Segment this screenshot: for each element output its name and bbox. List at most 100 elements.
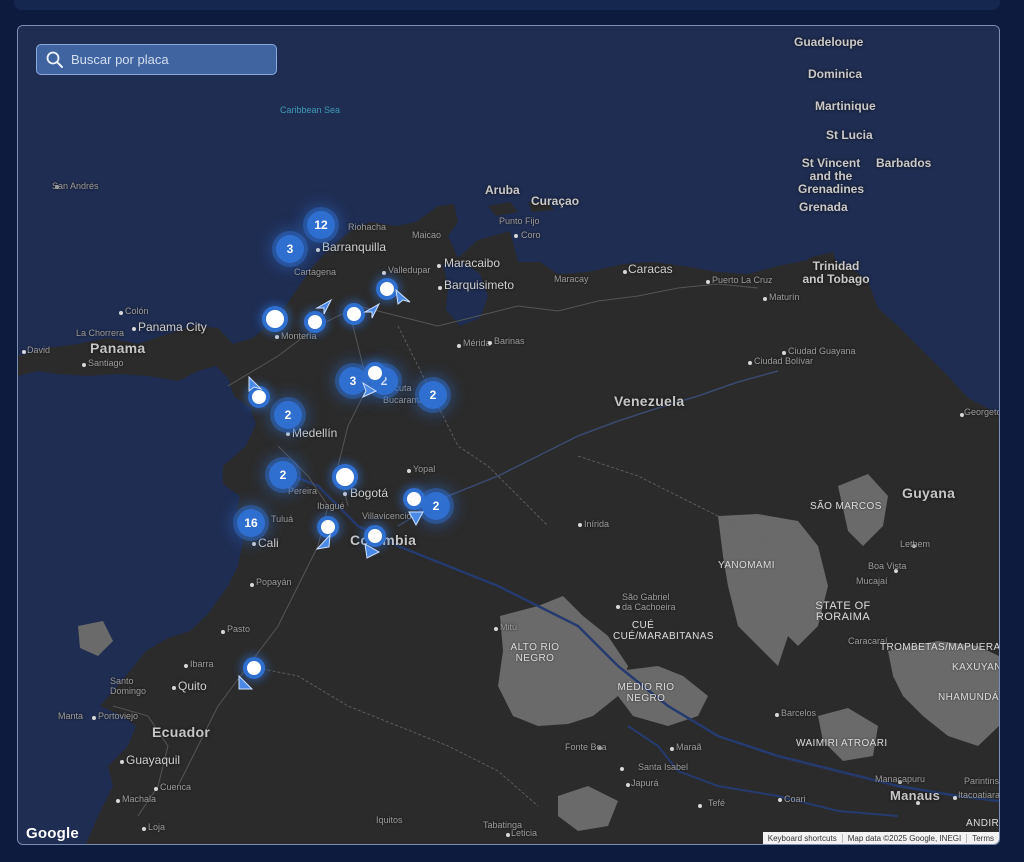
keyboard-shortcuts-link[interactable]: Keyboard shortcuts bbox=[763, 834, 842, 843]
city-label: Portoviejo bbox=[98, 711, 139, 721]
city-label: San Andrés bbox=[52, 181, 99, 191]
island-label: Curaçao bbox=[531, 194, 580, 208]
city-label: Manacapuru bbox=[875, 774, 926, 784]
map-base[interactable] bbox=[18, 26, 999, 844]
city-label: Barinas bbox=[494, 336, 525, 346]
city-label: Medellín bbox=[292, 426, 338, 440]
city-label: Valledupar bbox=[388, 265, 431, 275]
vehicle-heading-icon[interactable] bbox=[407, 509, 425, 527]
vehicle-heading-icon[interactable] bbox=[315, 533, 333, 551]
region-label: WAIMIRI ATROARI bbox=[796, 738, 888, 749]
city-label: Manta bbox=[58, 711, 84, 721]
vehicle-cluster[interactable]: 16 bbox=[237, 509, 265, 537]
vehicle-cluster[interactable]: 3 bbox=[276, 235, 304, 263]
city-label: Itacoatiara bbox=[958, 790, 1000, 800]
search-box[interactable] bbox=[36, 44, 277, 75]
country-label: Ecuador bbox=[152, 724, 211, 740]
island-label: Guadeloupe bbox=[794, 35, 864, 49]
city-label: David bbox=[27, 345, 51, 355]
vehicle-cluster[interactable]: 2 bbox=[419, 381, 447, 409]
vehicle-heading-icon[interactable] bbox=[363, 302, 381, 320]
vehicle-marker[interactable] bbox=[343, 303, 365, 325]
map-attribution: Keyboard shortcuts Map data ©2025 Google… bbox=[762, 832, 999, 844]
vehicle-cluster[interactable]: 2 bbox=[422, 492, 450, 520]
city-label: Yopal bbox=[413, 464, 436, 474]
search-input[interactable] bbox=[69, 51, 263, 68]
city-label: Popayán bbox=[256, 577, 292, 587]
search-icon bbox=[46, 51, 63, 68]
city-label: Puerto La Cruz bbox=[712, 275, 773, 285]
city-label: Iquitos bbox=[376, 815, 403, 825]
city-label: Barcelos bbox=[781, 708, 817, 718]
city-label: Ibarra bbox=[190, 659, 214, 669]
sea-label: Caribbean Sea bbox=[280, 105, 341, 115]
city-label: Cuenca bbox=[160, 782, 192, 792]
vehicle-heading-icon[interactable] bbox=[315, 298, 333, 316]
city-label: Cartagena bbox=[294, 267, 337, 277]
city-label: Guayaquil bbox=[126, 753, 181, 767]
region-label: ANDIRÁ bbox=[966, 818, 1000, 829]
city-label: São Gabriel da Cachoeira bbox=[622, 592, 676, 612]
region-label: STATE OF RORAIMA bbox=[815, 600, 871, 623]
city-label: Ibagué bbox=[317, 501, 345, 511]
vehicle-marker[interactable] bbox=[332, 464, 358, 490]
vehicle-cluster[interactable]: 2 bbox=[269, 461, 297, 489]
city-label: Boa Vista bbox=[868, 561, 907, 571]
city-label: Villavicencio bbox=[362, 511, 412, 521]
city-label: Santa Isabel bbox=[638, 762, 689, 772]
city-label: Inírida bbox=[584, 519, 610, 529]
region-label: NHAMUNDÁ/MAPUERA bbox=[938, 692, 999, 703]
region-label: ALTO RIO NEGRO bbox=[510, 642, 560, 664]
vehicle-heading-icon[interactable] bbox=[360, 381, 378, 399]
city-label: Ciudad Guayana bbox=[788, 346, 856, 356]
city-label: Maracay bbox=[554, 274, 589, 284]
city-label: La Chorrera bbox=[76, 328, 125, 338]
city-label: Pasto bbox=[227, 624, 251, 634]
city-label: Mitú bbox=[500, 622, 518, 632]
city-label: Riohacha bbox=[348, 222, 387, 232]
region-label: SÃO MARCOS bbox=[810, 501, 882, 512]
vehicle-marker[interactable] bbox=[262, 306, 288, 332]
country-label: Guyana bbox=[902, 485, 956, 501]
fleet-map[interactable]: Caribbean Sea Guadeloupe Dominica Martin… bbox=[17, 25, 1000, 845]
vehicle-heading-icon[interactable] bbox=[246, 375, 264, 393]
city-label: Mucajaí bbox=[856, 576, 888, 586]
country-label: Venezuela bbox=[614, 393, 685, 409]
vehicle-heading-icon[interactable] bbox=[237, 674, 255, 692]
region-label: YANOMAMI bbox=[718, 560, 775, 571]
terms-link[interactable]: Terms bbox=[966, 833, 999, 843]
map-data-text: Map data ©2025 Google, INEGI bbox=[841, 833, 967, 843]
vehicle-marker[interactable] bbox=[403, 488, 425, 510]
island-label: Dominica bbox=[808, 67, 863, 81]
region-label: CUÉ CUÉ/MARABITANAS bbox=[613, 620, 714, 642]
city-label: Quito bbox=[178, 679, 207, 693]
city-label: Loja bbox=[148, 822, 166, 832]
city-label: Tabatinga bbox=[483, 820, 523, 830]
city-label: Barquisimeto bbox=[444, 278, 515, 292]
city-label: Maraã bbox=[676, 742, 702, 752]
city-label: Bogotá bbox=[350, 486, 389, 500]
island-label: Martinique bbox=[815, 99, 876, 113]
city-label: Coro bbox=[521, 230, 541, 240]
island-label: Trinidad and Tobago bbox=[802, 259, 870, 286]
vehicle-heading-icon[interactable] bbox=[394, 288, 412, 306]
city-label: Lethem bbox=[900, 539, 931, 549]
city-label: Cali bbox=[258, 536, 279, 550]
vehicle-cluster[interactable]: 2 bbox=[274, 401, 302, 429]
vehicle-cluster[interactable]: 12 bbox=[307, 211, 335, 239]
city-label: Fonte Boa bbox=[565, 742, 607, 752]
google-logo: Google bbox=[26, 825, 79, 842]
city-label: Tefé bbox=[708, 798, 726, 808]
city-label: Manaus bbox=[890, 788, 941, 803]
city-label: Panama City bbox=[138, 320, 207, 334]
vehicle-heading-icon[interactable] bbox=[363, 542, 381, 560]
city-label: Santiago bbox=[88, 358, 124, 368]
city-label: Ciudad Bolívar bbox=[754, 356, 814, 366]
city-label: Tuluá bbox=[271, 514, 294, 524]
island-label: Barbados bbox=[876, 156, 932, 170]
city-label: Caracas bbox=[628, 262, 673, 276]
city-label: Machala bbox=[122, 794, 157, 804]
top-panel-edge bbox=[14, 0, 1000, 10]
city-label: Mérida bbox=[463, 338, 491, 348]
country-label: Panama bbox=[90, 340, 146, 356]
